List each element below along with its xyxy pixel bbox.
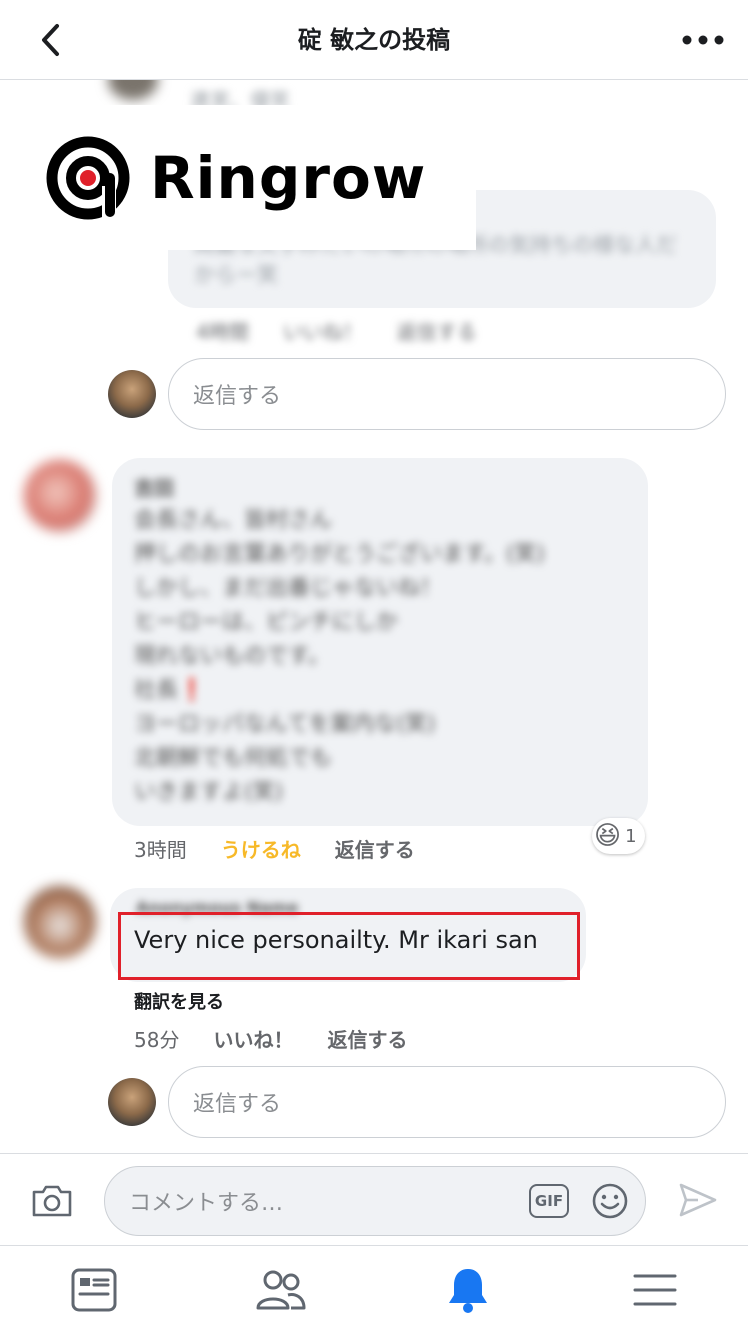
reply-input[interactable]: 返信する <box>168 1066 726 1138</box>
comment-input[interactable]: コメントする… GIF <box>104 1166 646 1236</box>
camera-icon[interactable] <box>30 1182 74 1218</box>
comment-text: 会長さん、皆村さん 押しのお言葉ありがとうございます。(笑) しかし、まだ出番じ… <box>134 508 545 805</box>
like-link[interactable]: いいね！ <box>213 1024 293 1053</box>
commenter-name: 吉田 <box>134 476 174 500</box>
comment-time: 58分 <box>134 1028 180 1052</box>
tab-menu[interactable] <box>561 1246 748 1334</box>
reply-link[interactable]: 返信する <box>397 316 477 345</box>
tab-notifications[interactable] <box>374 1246 561 1334</box>
comment-time: 3時間 <box>134 838 187 862</box>
reaction-count[interactable]: 😆 1 <box>592 818 645 854</box>
comment-meta: 4時間 いいね！ 返信する <box>196 316 477 345</box>
ringrow-logo: Ringrow <box>0 105 476 250</box>
my-avatar <box>108 1078 156 1126</box>
reaction-link[interactable]: うけるね <box>221 834 301 863</box>
comment-bubble: 吉田 会長さん、皆村さん 押しのお言葉ありがとうございます。(笑) しかし、まだ… <box>112 458 648 826</box>
comment-time: 4時間 <box>196 320 249 344</box>
see-translation-link[interactable]: 翻訳を見る <box>134 988 224 1014</box>
more-dots-icon <box>682 35 724 45</box>
ringrow-mark-icon <box>46 136 130 219</box>
tab-news-feed[interactable] <box>0 1246 187 1334</box>
news-feed-icon <box>71 1268 116 1312</box>
bottom-tab-bar <box>0 1245 748 1334</box>
my-avatar <box>108 370 156 418</box>
top-bar: 碇 敏之の投稿 <box>0 0 748 80</box>
comment-composer: コメントする… GIF <box>0 1153 748 1245</box>
page-title: 碇 敏之の投稿 <box>297 26 451 54</box>
comment-placeholder: コメントする… <box>129 1191 284 1216</box>
comment-text: Very nice personailty. Mr ikari san <box>134 926 538 954</box>
haha-emoji-icon: 😆 <box>594 821 622 851</box>
emoji-icon[interactable] <box>591 1182 629 1220</box>
comment-meta: 58分 いいね！ 返信する <box>134 1024 407 1053</box>
bell-icon <box>448 1269 487 1313</box>
reply-link[interactable]: 返信する <box>327 1024 407 1053</box>
avatar <box>24 886 96 958</box>
menu-icon <box>633 1274 676 1306</box>
like-link[interactable]: いいね！ <box>283 316 363 345</box>
tab-friends[interactable] <box>187 1246 374 1334</box>
reaction-number: 1 <box>625 825 637 847</box>
avatar <box>24 460 96 532</box>
send-icon[interactable] <box>678 1182 718 1218</box>
more-options-button[interactable] <box>680 20 726 60</box>
gif-button[interactable]: GIF <box>529 1184 569 1218</box>
friends-icon <box>256 1270 305 1310</box>
comment-meta: 3時間 うけるね 返信する <box>134 834 415 863</box>
reply-link[interactable]: 返信する <box>335 834 415 863</box>
logo-wordmark: Ringrow <box>150 143 427 212</box>
reply-input[interactable]: 返信する <box>168 358 726 430</box>
